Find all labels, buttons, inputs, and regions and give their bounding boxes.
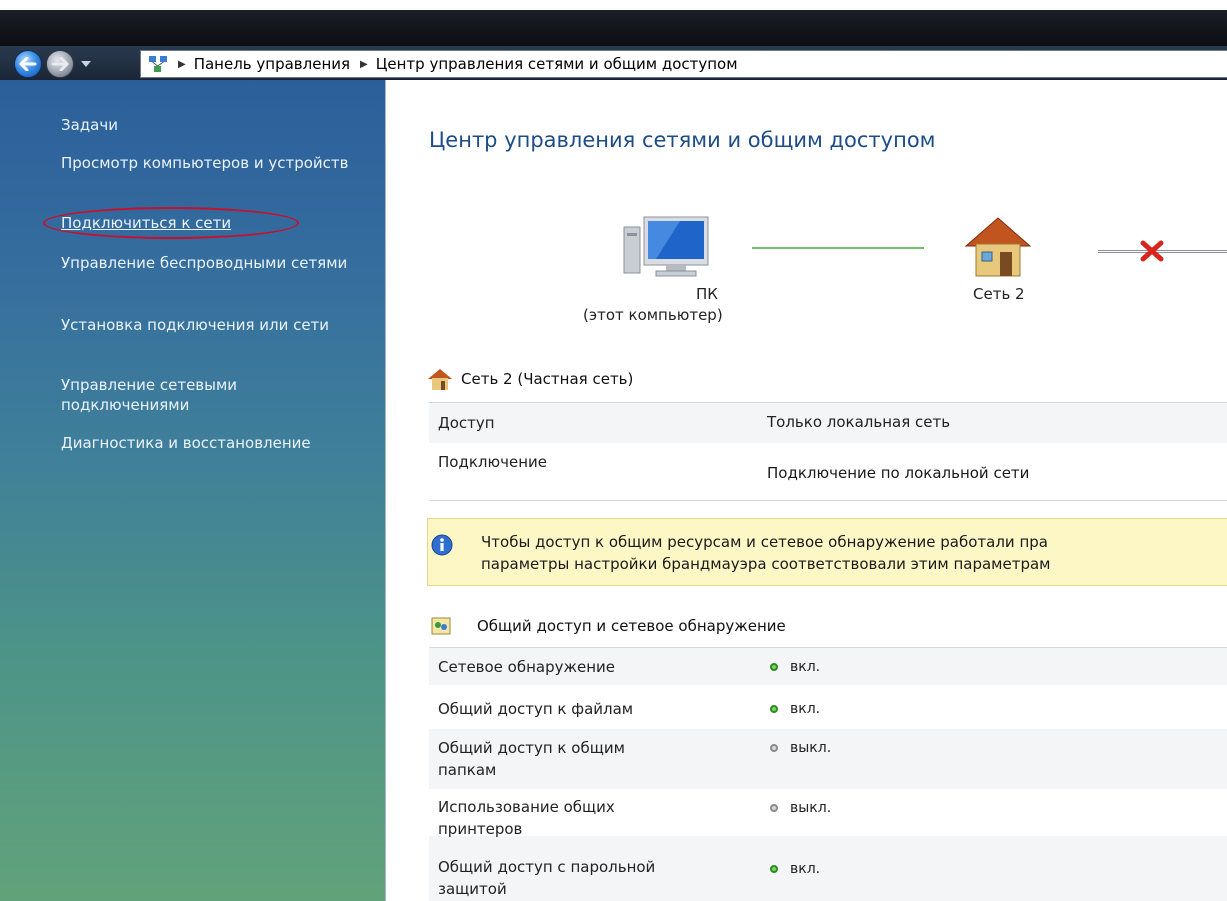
network-section-title: Сеть 2 (Частная сеть) bbox=[461, 370, 634, 388]
password-protection-label-2: защитой bbox=[438, 880, 507, 898]
task-manage-wireless[interactable]: Управление беспроводными сетями bbox=[61, 253, 361, 273]
forward-arrow-icon bbox=[51, 57, 69, 71]
breadcrumb-control-panel[interactable]: Панель управления bbox=[194, 55, 350, 73]
network-section-header: Сеть 2 (Частная сеть) bbox=[427, 367, 633, 391]
red-x-icon bbox=[1140, 240, 1164, 262]
status-text: вкл. bbox=[790, 701, 821, 717]
task-pane-title: Задачи bbox=[61, 116, 118, 134]
access-value: Только локальная сеть bbox=[767, 413, 951, 431]
status-off-icon bbox=[770, 804, 778, 812]
network-icon bbox=[148, 55, 168, 73]
network-discovery-status[interactable]: вкл. bbox=[770, 659, 820, 675]
status-on-icon bbox=[770, 865, 778, 873]
status-off-icon bbox=[770, 744, 778, 752]
public-folder-label: Общий доступ к общим bbox=[438, 739, 625, 757]
back-arrow-icon bbox=[19, 57, 37, 71]
breadcrumb-separator-icon: ▶ bbox=[360, 58, 368, 70]
sharing-section-header: Общий доступ и сетевое обнаружение bbox=[431, 617, 786, 635]
recent-pages-dropdown[interactable] bbox=[79, 55, 93, 73]
breadcrumb-separator-icon: ▶ bbox=[178, 58, 186, 70]
info-icon bbox=[431, 534, 453, 556]
network-discovery-label: Сетевое обнаружение bbox=[438, 658, 616, 676]
window-titlebar bbox=[0, 10, 1227, 46]
house-icon[interactable] bbox=[962, 214, 1034, 280]
access-label: Доступ bbox=[438, 414, 495, 432]
page-title: Центр управления сетями и общим доступом bbox=[429, 128, 936, 152]
top-margin bbox=[0, 0, 1227, 10]
public-folder-label-2: папкам bbox=[438, 761, 497, 779]
public-folder-status[interactable]: выкл. bbox=[770, 740, 831, 756]
highlight-ellipse bbox=[43, 207, 299, 239]
task-diagnose-repair[interactable]: Диагностика и восстановление bbox=[61, 433, 361, 453]
password-protection-label: Общий доступ с парольной bbox=[438, 858, 656, 876]
connection-line-ok bbox=[752, 247, 924, 249]
status-text: выкл. bbox=[790, 740, 832, 756]
status-text: вкл. bbox=[790, 861, 821, 877]
breadcrumb-network-center[interactable]: Центр управления сетями и общим доступом bbox=[376, 55, 738, 73]
printer-sharing-status[interactable]: выкл. bbox=[770, 800, 831, 816]
divider bbox=[429, 500, 1227, 501]
chevron-down-icon bbox=[81, 61, 91, 67]
info-text-line1: Чтобы доступ к общим ресурсам и сетевое … bbox=[481, 533, 1048, 551]
status-text: выкл. bbox=[790, 800, 832, 816]
status-text: вкл. bbox=[790, 659, 821, 675]
address-bar[interactable]: ▶ Панель управления ▶ Центр управления с… bbox=[140, 50, 1227, 78]
file-sharing-label: Общий доступ к файлам bbox=[438, 700, 634, 718]
connection-label: Подключение bbox=[438, 453, 547, 471]
printer-sharing-label: Использование общих bbox=[438, 798, 615, 816]
printer-sharing-label-2: принтеров bbox=[438, 820, 523, 838]
info-banner bbox=[427, 518, 1227, 586]
task-view-computers[interactable]: Просмотр компьютеров и устройств bbox=[61, 153, 361, 173]
task-manage-connections[interactable]: Управление сетевыми подключениями bbox=[61, 375, 361, 415]
forward-button[interactable] bbox=[46, 50, 74, 78]
task-setup-connection[interactable]: Установка подключения или сети bbox=[61, 315, 361, 335]
password-protection-status[interactable]: вкл. bbox=[770, 861, 820, 877]
connection-value[interactable]: Подключение по локальной сети bbox=[767, 464, 1029, 482]
back-button[interactable] bbox=[14, 50, 42, 78]
file-sharing-status[interactable]: вкл. bbox=[770, 701, 820, 717]
network-label: Сеть 2 bbox=[973, 285, 1025, 303]
computer-label: ПК bbox=[696, 285, 718, 303]
status-on-icon bbox=[770, 663, 778, 671]
sharing-icon bbox=[431, 617, 451, 635]
info-text-line2: параметры настройки брандмауэра соответс… bbox=[481, 555, 1051, 573]
task-pane bbox=[0, 80, 386, 901]
computer-icon[interactable] bbox=[620, 215, 712, 279]
status-on-icon bbox=[770, 705, 778, 713]
computer-sublabel: (этот компьютер) bbox=[583, 306, 723, 324]
house-icon bbox=[427, 367, 453, 391]
sharing-section-title: Общий доступ и сетевое обнаружение bbox=[477, 617, 786, 635]
